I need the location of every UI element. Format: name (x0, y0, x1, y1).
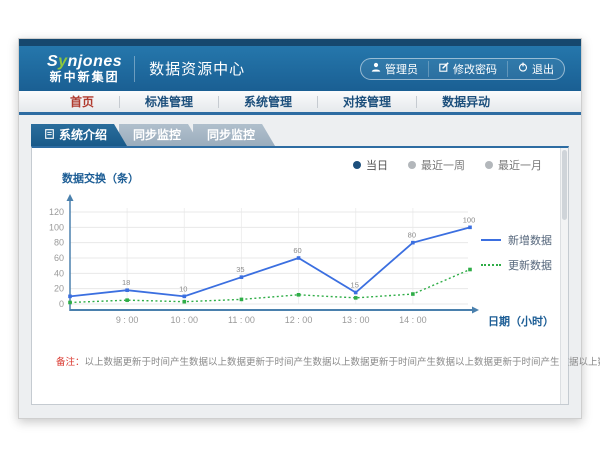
change-password-button[interactable]: 修改密码 (428, 61, 507, 77)
nav-item-home[interactable]: 首页 (45, 93, 119, 110)
chart-panel: 当日 最近一周 最近一月 数据交换（条） 9 : 00 10 : 00 11 : 0… (31, 146, 569, 405)
nav-item-interface-mgmt[interactable]: 对接管理 (318, 93, 416, 110)
time-range-filter: 当日 最近一周 最近一月 (353, 157, 542, 173)
nav-item-system-mgmt[interactable]: 系统管理 (219, 93, 317, 110)
radio-last-month[interactable]: 最近一月 (485, 157, 542, 173)
svg-text:14 : 00: 14 : 00 (399, 315, 427, 325)
svg-text:80: 80 (408, 231, 416, 240)
radio-last-week[interactable]: 最近一周 (408, 157, 465, 173)
power-icon (518, 62, 528, 75)
svg-text:15: 15 (351, 281, 359, 290)
svg-text:13 : 00: 13 : 00 (342, 315, 370, 325)
svg-text:11 : 00: 11 : 00 (228, 315, 255, 325)
svg-text:9 : 00: 9 : 00 (116, 315, 139, 325)
user-icon (371, 62, 381, 75)
legend-label: 新增数据 (508, 232, 552, 248)
radio-dot-icon (485, 161, 493, 169)
svg-text:60: 60 (293, 246, 301, 255)
svg-text:100: 100 (49, 222, 64, 232)
radio-today[interactable]: 当日 (353, 157, 388, 173)
app-header: Synjones 新中新集团 数据资源中心 管理员 修改密码 (19, 46, 581, 91)
legend-label: 更新数据 (508, 257, 552, 273)
svg-text:20: 20 (54, 284, 64, 294)
user-name-label: 管理员 (385, 61, 418, 77)
panel-scrollbar[interactable] (560, 148, 568, 404)
exchange-chart-svg: 9 : 00 10 : 00 11 : 00 12 : 00 13 : 00 14 : 0… (32, 192, 532, 332)
logo-rest: njones (68, 53, 123, 70)
header-divider (134, 56, 135, 82)
content-area: 系统介绍 同步监控 同步监控 当日 最近一周 最近一月 数据交换 (19, 118, 581, 418)
nav-item-data-change[interactable]: 数据异动 (417, 93, 515, 110)
company-logo: Synjones 新中新集团 (47, 54, 122, 83)
chart-legend: 新增数据 更新数据 (481, 232, 552, 282)
logo-text-cn: 新中新集团 (47, 71, 122, 84)
page-title: 数据资源中心 (149, 58, 245, 79)
svg-text:12 : 00: 12 : 00 (285, 315, 313, 325)
nav-item-standard-mgmt[interactable]: 标准管理 (120, 93, 218, 110)
svg-text:80: 80 (54, 238, 64, 248)
svg-text:10: 10 (179, 284, 187, 293)
y-axis-title: 数据交换（条） (62, 170, 139, 186)
svg-text:35: 35 (236, 265, 244, 274)
logo-text-en: Synjones (47, 54, 122, 71)
svg-text:40: 40 (54, 268, 64, 278)
svg-text:18: 18 (122, 278, 130, 287)
user-controls: 管理员 修改密码 退出 (360, 58, 565, 80)
radio-dot-icon (353, 161, 361, 169)
legend-line-dotted-icon (481, 264, 501, 266)
document-icon (45, 124, 54, 146)
logout-button[interactable]: 退出 (507, 61, 564, 77)
radio-label: 当日 (366, 157, 388, 173)
radio-dot-icon (408, 161, 416, 169)
svg-text:60: 60 (54, 253, 64, 263)
tab-sync-monitor-2[interactable]: 同步监控 (193, 124, 275, 146)
exchange-chart: 9 : 00 10 : 00 11 : 00 12 : 00 13 : 00 14 : 0… (32, 192, 532, 332)
legend-item-update-data[interactable]: 更新数据 (481, 257, 552, 273)
tab-sync-monitor-1[interactable]: 同步监控 (119, 124, 201, 146)
radio-label: 最近一月 (498, 157, 542, 173)
x-axis-title: 日期（小时） (488, 313, 554, 329)
edit-icon (439, 62, 449, 75)
svg-text:120: 120 (49, 207, 64, 217)
app-window: Synjones 新中新集团 数据资源中心 管理员 修改密码 (18, 38, 582, 419)
change-password-label: 修改密码 (453, 61, 497, 77)
svg-text:100: 100 (463, 215, 476, 224)
legend-line-solid-icon (481, 239, 501, 241)
footnote-text: 以上数据更新于时间产生数据以上数据更新于时间产生数据以上数据更新于时间产生数据以… (85, 357, 600, 368)
svg-text:0: 0 (59, 299, 64, 309)
scrollbar-thumb[interactable] (562, 150, 567, 220)
tab-label: 系统介绍 (59, 124, 107, 146)
radio-label: 最近一周 (421, 157, 465, 173)
svg-text:10 : 00: 10 : 00 (171, 315, 199, 325)
tab-bar: 系统介绍 同步监控 同步监控 (31, 124, 267, 146)
footnote-prefix: 备注： (56, 357, 85, 368)
footnote: 备注：以上数据更新于时间产生数据以上数据更新于时间产生数据以上数据更新于时间产生… (56, 354, 600, 368)
logout-label: 退出 (532, 61, 554, 77)
main-nav: 首页 标准管理 系统管理 对接管理 数据异动 (19, 91, 581, 115)
window-top-strip (19, 39, 581, 46)
tab-system-intro[interactable]: 系统介绍 (31, 124, 127, 146)
legend-item-new-data[interactable]: 新增数据 (481, 232, 552, 248)
user-name-button[interactable]: 管理员 (361, 61, 428, 77)
